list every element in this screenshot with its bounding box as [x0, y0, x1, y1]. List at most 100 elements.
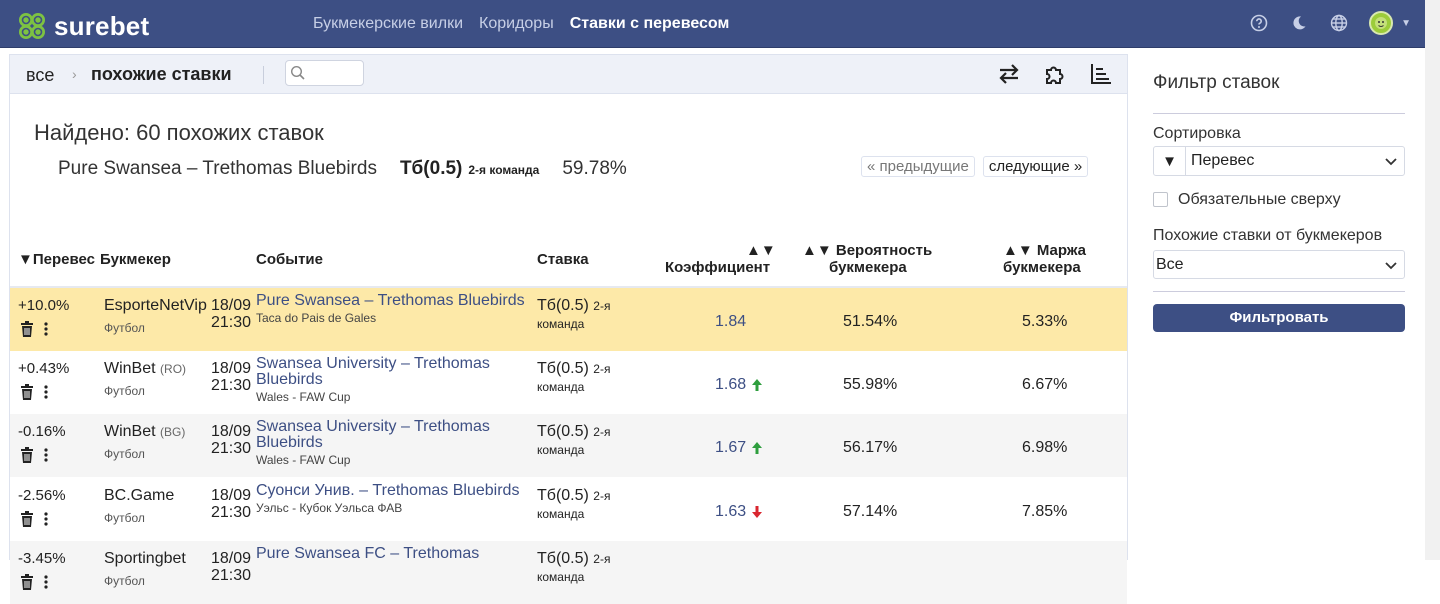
main-panel: все › похожие ставки Найдено: 60 похожих… — [9, 54, 1128, 604]
coef-cell[interactable]: 1.63 — [715, 503, 763, 521]
trash-icon[interactable] — [20, 447, 34, 463]
coef-value[interactable]: 1.67 — [715, 439, 746, 457]
puzzle-icon[interactable] — [1043, 62, 1067, 86]
more-vertical-icon[interactable] — [44, 448, 48, 462]
help-icon[interactable] — [1249, 13, 1269, 33]
bet-type: Тб(0.5) — [537, 360, 589, 377]
trash-icon[interactable] — [20, 574, 34, 590]
event-cell[interactable]: Swansea University – Trethomas Bluebirds… — [256, 418, 528, 468]
table-row[interactable]: +0.43% WinBet (RO) Футбол 18/09 21:30 Swansea… — [10, 351, 1127, 414]
probability-value: 56.17% — [843, 439, 898, 456]
coef-value[interactable]: 1.68 — [715, 376, 746, 394]
event-cell[interactable]: Swansea University – Trethomas Bluebirds… — [256, 355, 528, 405]
event-link[interactable]: Swansea University – Trethomas Bluebirds — [256, 355, 490, 388]
top-navbar: surebet Букмекерские вилки Коридоры Став… — [0, 0, 1425, 48]
nav-valuebets[interactable]: Ставки с перевесом — [570, 15, 730, 33]
sort-select[interactable]: ▼ Перевес — [1153, 146, 1405, 176]
col-prob[interactable]: ▲▼ Вероятность — [802, 242, 932, 259]
bet-type: Тб(0.5) — [537, 487, 589, 504]
event-datetime: 18/09 21:30 — [211, 297, 251, 331]
event-time: 21:30 — [211, 377, 252, 394]
margin-value: 6.98% — [1022, 439, 1068, 456]
table-row[interactable]: -2.56% BC.Game Футбол 18/09 21:30 Суонси Уни… — [10, 478, 1127, 541]
event-cell[interactable]: Pure Swansea – Trethomas Bluebirds Taca d… — [256, 292, 528, 326]
chart-bars-icon[interactable] — [1089, 62, 1113, 86]
similar-label: Похожие ставки от букмекеров — [1153, 227, 1383, 244]
event-time: 21:30 — [211, 504, 252, 521]
header-icons — [997, 62, 1113, 86]
bookmaker-name[interactable]: WinBet (RO) — [104, 360, 186, 378]
moon-icon[interactable] — [1289, 13, 1309, 33]
col-margin-sub: букмекера — [1003, 259, 1081, 276]
filter-button[interactable]: Фильтровать — [1153, 304, 1405, 332]
col-coef-sort[interactable]: ▲▼ — [746, 242, 776, 259]
main-nav: Букмекерские вилки Коридоры Ставки с пер… — [313, 15, 729, 33]
bookmaker-label: EsporteNetVip — [104, 297, 207, 314]
col-coef[interactable]: Коэффициент — [665, 259, 770, 276]
bookmaker-name[interactable]: BC.Game — [104, 487, 174, 505]
avatar[interactable] — [1369, 11, 1394, 35]
table-row[interactable]: -3.45% Sportingbet Футбол 18/09 21:30 Pure S… — [10, 541, 1127, 604]
brand-name: surebet — [54, 10, 150, 41]
event-link[interactable]: Swansea University – Trethomas Bluebirds — [256, 418, 490, 451]
col-margin[interactable]: ▲▼ Маржа — [1003, 242, 1086, 259]
sort-direction-button[interactable]: ▼ — [1154, 147, 1186, 175]
event-date: 18/09 — [211, 360, 252, 377]
filter-title: Фильтр ставок — [1153, 72, 1280, 93]
event-link[interactable]: Pure Swansea – Trethomas Bluebirds — [256, 292, 525, 309]
prev-button[interactable]: « предыдущие — [861, 156, 975, 177]
bookmaker-name[interactable]: Sportingbet — [104, 550, 186, 568]
event-cell[interactable]: Суонси Унив. – Trethomas Bluebirds Уэльс … — [256, 482, 528, 516]
bet-team: 2-я — [593, 299, 611, 313]
coef-value[interactable]: 1.84 — [715, 313, 746, 331]
nav-surebets[interactable]: Букмекерские вилки — [313, 15, 463, 33]
league-label: Wales - FAW Cup — [256, 390, 351, 404]
table-header: ▼Перевес Букмекер Событие Ставка ▲▼ Коэф… — [10, 240, 1127, 286]
coef-cell[interactable]: 1.67 — [715, 439, 763, 457]
coef-value[interactable]: 1.63 — [715, 503, 746, 521]
nav-middles[interactable]: Коридоры — [479, 15, 554, 33]
swap-arrows-icon[interactable] — [997, 62, 1021, 86]
bookmaker-name[interactable]: WinBet (BG) — [104, 423, 185, 441]
globe-icon[interactable] — [1329, 13, 1349, 33]
chevron-down-icon[interactable]: ▼ — [1401, 18, 1411, 29]
table-row[interactable]: -0.16% WinBet (BG) Футбол 18/09 21:30 Swansea… — [10, 414, 1127, 477]
table-row[interactable]: +10.0% EsporteNetVip Футбол 18/09 21:30 Pure… — [10, 288, 1127, 351]
logo[interactable]: surebet — [14, 8, 149, 44]
col-overweight[interactable]: ▼Перевес — [18, 251, 95, 268]
bet-cell: Тб(0.5) 2-я команда — [537, 423, 627, 459]
coef-cell[interactable]: 1.84 — [715, 313, 746, 331]
required-top-checkbox[interactable] — [1153, 192, 1168, 207]
row-actions — [20, 574, 48, 590]
breadcrumb-all[interactable]: все — [26, 65, 54, 86]
search-input[interactable] — [285, 60, 364, 86]
bet-team: 2-я — [593, 362, 611, 376]
more-vertical-icon[interactable] — [44, 575, 48, 589]
more-vertical-icon[interactable] — [44, 322, 48, 336]
next-button[interactable]: следующие » — [982, 156, 1089, 177]
bookmaker-name[interactable]: EsporteNetVip — [104, 297, 207, 315]
event-datetime: 18/09 21:30 — [211, 550, 251, 584]
sort-label: Сортировка — [1153, 125, 1241, 142]
trash-icon[interactable] — [20, 384, 34, 400]
trash-icon[interactable] — [20, 321, 34, 337]
bet-cell: Тб(0.5) 2-я команда — [537, 297, 627, 333]
more-vertical-icon[interactable] — [44, 385, 48, 399]
event-cell[interactable]: Pure Swansea FC – Trethomas — [256, 546, 528, 564]
pager: « предыдущие следующие » — [861, 156, 1089, 177]
event-time: 21:30 — [211, 440, 252, 457]
sport-label: Футбол — [104, 447, 145, 461]
col-prob-sub: букмекера — [829, 259, 907, 276]
event-link[interactable]: Pure Swansea FC – Trethomas — [256, 545, 479, 562]
event-link[interactable]: Суонси Унив. – Trethomas Bluebirds — [256, 482, 519, 499]
clover-logo-icon — [19, 13, 45, 39]
more-vertical-icon[interactable] — [44, 512, 48, 526]
divider — [263, 66, 264, 84]
trash-icon[interactable] — [20, 511, 34, 527]
page-scrollbar[interactable] — [1425, 0, 1440, 560]
coef-cell[interactable]: 1.68 — [715, 376, 763, 394]
breadcrumb-current: похожие ставки — [91, 64, 232, 84]
bet-team-word: команда — [537, 570, 585, 584]
bet-cell: Тб(0.5) 2-я команда — [537, 360, 627, 396]
bookmakers-select[interactable]: Все — [1153, 250, 1405, 279]
